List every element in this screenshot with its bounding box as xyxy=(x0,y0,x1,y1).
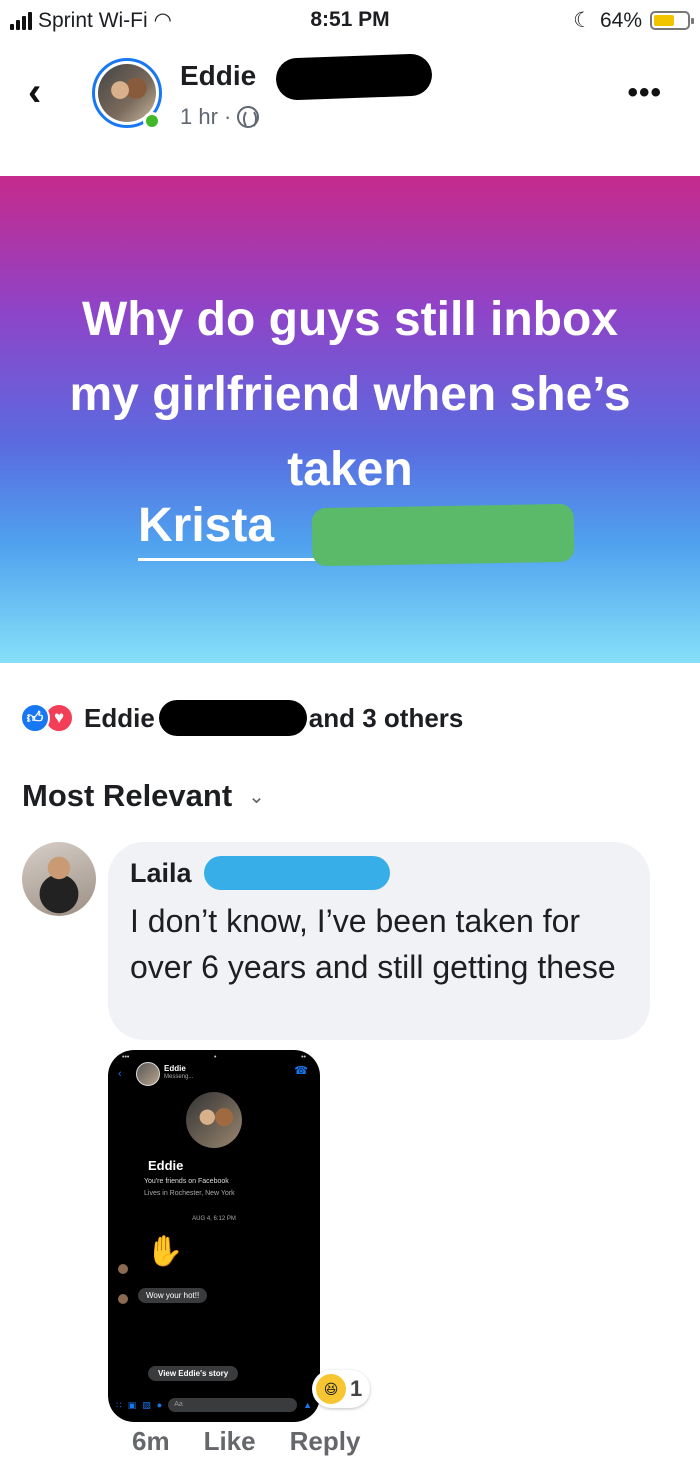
attachment-avatar xyxy=(136,1062,160,1086)
wave-icon: ✋ xyxy=(146,1235,184,1268)
attachment-input: Aa xyxy=(168,1398,298,1412)
post-banner: Why do guys still inbox my girlfriend wh… xyxy=(0,176,700,663)
thumb-icon: ▲ xyxy=(303,1400,312,1410)
photo-icon: ▨ xyxy=(142,1399,151,1410)
status-right: ☾ 64% xyxy=(573,8,694,33)
camera-icon: ▣ xyxy=(127,1399,137,1410)
reply-button[interactable]: Reply xyxy=(290,1426,361,1457)
attachment-sender-avatar xyxy=(118,1294,128,1304)
attachment-lives-line: Lives in Rochester, New York xyxy=(144,1190,235,1197)
globe-icon xyxy=(237,106,260,129)
like-icon: 👍︎ xyxy=(20,703,50,733)
attachment-name: Eddie xyxy=(164,1064,186,1073)
attachment-back-icon: ‹ xyxy=(118,1068,122,1080)
post-time[interactable]: 1 hr · xyxy=(180,104,231,130)
attachment-call-icon: ☎ xyxy=(294,1065,308,1077)
battery-icon xyxy=(650,11,694,30)
like-button[interactable]: Like xyxy=(204,1426,256,1457)
reactor-name: Eddie xyxy=(84,702,155,733)
reaction-others: and 3 others xyxy=(308,702,464,733)
battery-fill xyxy=(654,15,675,26)
attachment-compose-bar: ∷ ▣ ▨ ● Aa ▲ xyxy=(116,1398,312,1412)
comment-bubble: Laila I don’t know, I’ve been taken for … xyxy=(108,842,650,1040)
mic-icon: ● xyxy=(156,1400,163,1410)
tag-line[interactable]: Krista xyxy=(138,496,438,561)
comment-reaction-count[interactable]: 😆︎ 1 xyxy=(312,1370,371,1408)
attachment-subtitle: Messeng... xyxy=(164,1074,194,1080)
comment-sort[interactable]: Most Relevant ⌄ xyxy=(22,778,265,814)
moon-icon: ☾ xyxy=(573,9,592,32)
status-bar: Sprint Wi-Fi ◠ 8:51 PM ☾ 64% xyxy=(0,0,700,40)
redaction-mark xyxy=(311,503,575,567)
attachment-sender-avatar xyxy=(118,1264,128,1274)
redaction-mark xyxy=(204,856,390,890)
sort-label: Most Relevant xyxy=(22,778,233,813)
online-indicator xyxy=(143,112,161,130)
post-text: Why do guys still inbox my girlfriend wh… xyxy=(69,293,631,496)
poster-name[interactable]: Eddie xyxy=(180,60,256,92)
attachment-story-button: View Eddie's story xyxy=(148,1366,239,1381)
attachment-friends-line: You're friends on Facebook xyxy=(144,1178,229,1185)
reaction-count: 1 xyxy=(350,1376,363,1401)
chevron-down-icon: ⌄ xyxy=(248,785,265,808)
comment-author[interactable]: Laila xyxy=(130,858,192,889)
tagged-person[interactable]: Krista xyxy=(138,499,274,552)
attachment-status-bar: ••• • •• xyxy=(122,1054,306,1061)
redaction-mark xyxy=(275,53,433,101)
battery-label: 64% xyxy=(599,8,642,32)
attachment-title: Eddie xyxy=(148,1158,184,1173)
attachment-date: AUG 4, 6:12 PM xyxy=(192,1216,236,1222)
grid-icon: ∷ xyxy=(116,1399,122,1410)
post-header: ‹ Eddie 1 hr · ••• xyxy=(0,50,700,160)
comment-time: 6m xyxy=(132,1426,170,1456)
comment-actions: 6m Like Reply xyxy=(132,1426,360,1457)
attachment-profile-photo xyxy=(186,1092,242,1148)
haha-icon: 😆︎ xyxy=(316,1374,346,1404)
comment-attachment-image[interactable]: ••• • •• ‹ Eddie Messeng... ☎ Eddie You're… xyxy=(108,1050,320,1422)
more-icon[interactable]: ••• xyxy=(627,76,662,110)
post-meta: 1 hr · xyxy=(180,104,260,130)
reaction-summary[interactable]: 👍︎ ♥ Eddie and 3 others xyxy=(20,700,463,736)
back-icon[interactable]: ‹ xyxy=(28,72,58,112)
redaction-mark xyxy=(158,700,307,736)
commenter-avatar[interactable] xyxy=(22,842,96,916)
comment-text: I don’t know, I’ve been taken for over 6… xyxy=(130,903,616,985)
attachment-message: Wow your hot!! xyxy=(138,1288,208,1303)
